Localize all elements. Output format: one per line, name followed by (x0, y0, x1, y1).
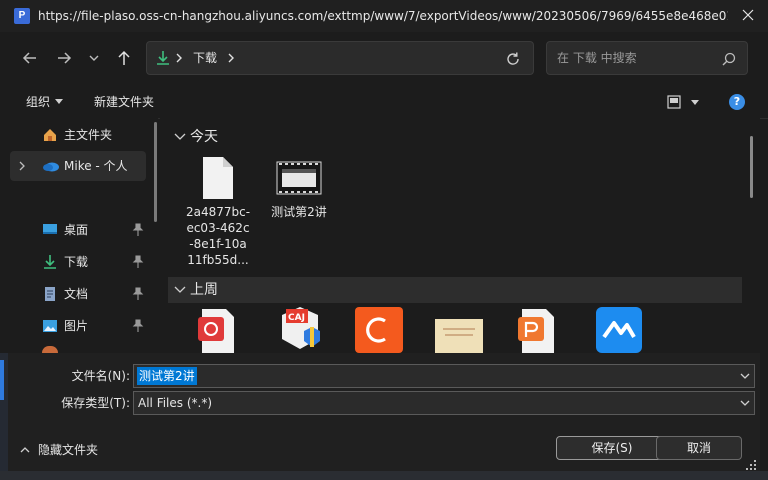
file-name-line: 11fb55d... (187, 253, 249, 267)
help-icon: ? (733, 95, 741, 108)
view-options-button[interactable] (664, 92, 704, 112)
blank-file-icon (203, 157, 233, 199)
onedrive-cloud-icon (43, 162, 59, 172)
sidebar-item-label: 桌面 (64, 223, 89, 237)
forward-button[interactable] (50, 44, 78, 72)
sidebar-item-label: 文档 (64, 287, 89, 301)
filename-label: 文件名(N): (71, 369, 130, 383)
sidebar-item-partial-icon (42, 346, 58, 353)
chevron-right-icon[interactable] (227, 53, 235, 63)
new-folder-button[interactable]: 新建文件夹 (94, 86, 154, 118)
meeting-app-file-icon[interactable] (596, 307, 642, 353)
chevron-right-icon[interactable] (18, 161, 26, 171)
video-file-icon (276, 161, 322, 195)
arrow-left-icon (22, 52, 36, 64)
sidebar-item-label: Mike - 个人 (64, 159, 128, 173)
caret-down-icon (55, 99, 63, 104)
filetype-select[interactable]: All Files (*.*) (133, 391, 755, 415)
search-input[interactable]: 在 下载 中搜索 (546, 41, 748, 75)
organize-label: 组织 (26, 95, 51, 109)
arrow-right-icon (58, 52, 72, 64)
content-scrollbar[interactable] (750, 136, 753, 198)
pdf-file-icon[interactable] (198, 307, 238, 353)
sidebar-item-desktop[interactable]: 桌面 (0, 215, 150, 245)
caj-file-icon[interactable]: CAJ (278, 305, 322, 353)
chevron-down-icon (740, 400, 750, 406)
background-window-bottom (0, 471, 768, 480)
sidebar-item-home[interactable]: 主文件夹 (0, 120, 150, 150)
background-accent (0, 360, 4, 400)
desktop-icon (43, 224, 57, 234)
ppt-file-icon[interactable] (518, 307, 558, 353)
file-name-line: -8e1f-10a (189, 237, 247, 251)
pin-icon (132, 287, 144, 300)
svg-text:CAJ: CAJ (288, 313, 305, 323)
sidebar-item-label: 下载 (64, 255, 89, 269)
sidebar-item-onedrive[interactable]: Mike - 个人 (10, 151, 146, 181)
pin-icon (132, 319, 144, 332)
download-icon (44, 255, 56, 269)
sidebar-item-downloads[interactable]: 下载 (0, 247, 150, 277)
pin-icon (132, 223, 144, 236)
chevron-up-icon (20, 447, 30, 453)
pictures-icon (43, 320, 57, 332)
up-button[interactable] (110, 44, 138, 72)
group-header-today[interactable]: 今天 (168, 124, 742, 150)
chevron-down-icon (174, 286, 186, 293)
chevron-right-icon (176, 53, 182, 63)
back-button[interactable] (16, 44, 44, 72)
help-button[interactable]: ? (729, 94, 745, 110)
sidebar-item-pictures[interactable]: 图片 (0, 311, 150, 341)
search-icon (722, 52, 736, 66)
pin-icon (132, 255, 144, 268)
c-app-file-icon[interactable] (355, 307, 403, 353)
file-name-line: ec03-462c (186, 221, 250, 235)
resize-grip[interactable] (740, 456, 760, 471)
filename-value: 测试第2讲 (137, 367, 197, 385)
filetype-value: All Files (*.*) (138, 396, 213, 410)
group-header-label: 上周 (190, 282, 218, 298)
sidebar-item-label: 图片 (64, 319, 89, 333)
cancel-button[interactable]: 取消 (656, 436, 742, 460)
sidebar-scrollbar[interactable] (154, 122, 157, 222)
arrow-up-icon (118, 50, 130, 65)
sidebar-item-label: 主文件夹 (64, 128, 113, 142)
file-item[interactable]: 测试第2讲 (259, 156, 339, 220)
home-icon (44, 129, 56, 141)
group-header-label: 今天 (190, 129, 218, 145)
save-button[interactable]: 保存(S) (556, 436, 668, 460)
chevron-down-icon (174, 133, 186, 140)
file-name: 测试第2讲 (271, 205, 327, 219)
search-placeholder: 在 下载 中搜索 (557, 51, 637, 65)
breadcrumb-downloads[interactable]: 下载 (193, 42, 217, 74)
window-title: https://file-plaso.oss-cn-hangzhou.aliyu… (38, 9, 728, 23)
chevron-down-icon (89, 55, 99, 61)
address-bar[interactable]: 下载 (146, 41, 534, 75)
file-name-line: 2a4877bc- (185, 205, 251, 219)
document-icon (45, 287, 55, 301)
file-item[interactable]: 2a4877bc- ec03-462c -8e1f-10a 11fb55d... (178, 156, 258, 268)
filename-input[interactable]: 测试第2讲 (133, 364, 755, 388)
hide-folders-label: 隐藏文件夹 (38, 443, 99, 457)
image-file-icon[interactable] (435, 319, 483, 353)
close-icon (742, 9, 754, 21)
close-button[interactable] (728, 0, 768, 32)
refresh-icon[interactable] (505, 51, 521, 67)
hide-folders-toggle[interactable]: 隐藏文件夹 (18, 440, 118, 460)
recent-locations-button[interactable] (82, 44, 106, 72)
file-row-last-week: CAJ (160, 305, 760, 353)
app-icon: P (14, 8, 30, 24)
caret-down-icon (691, 100, 699, 105)
group-header-last-week[interactable]: 上周 (168, 277, 742, 303)
resize-grip-icon (746, 460, 756, 470)
chevron-down-icon[interactable] (740, 373, 750, 381)
filetype-label: 保存类型(T): (61, 396, 130, 410)
download-icon (157, 51, 169, 65)
view-layout-icon (667, 95, 681, 109)
sidebar-item-documents[interactable]: 文档 (0, 279, 150, 309)
organize-button[interactable]: 组织 (26, 86, 68, 118)
